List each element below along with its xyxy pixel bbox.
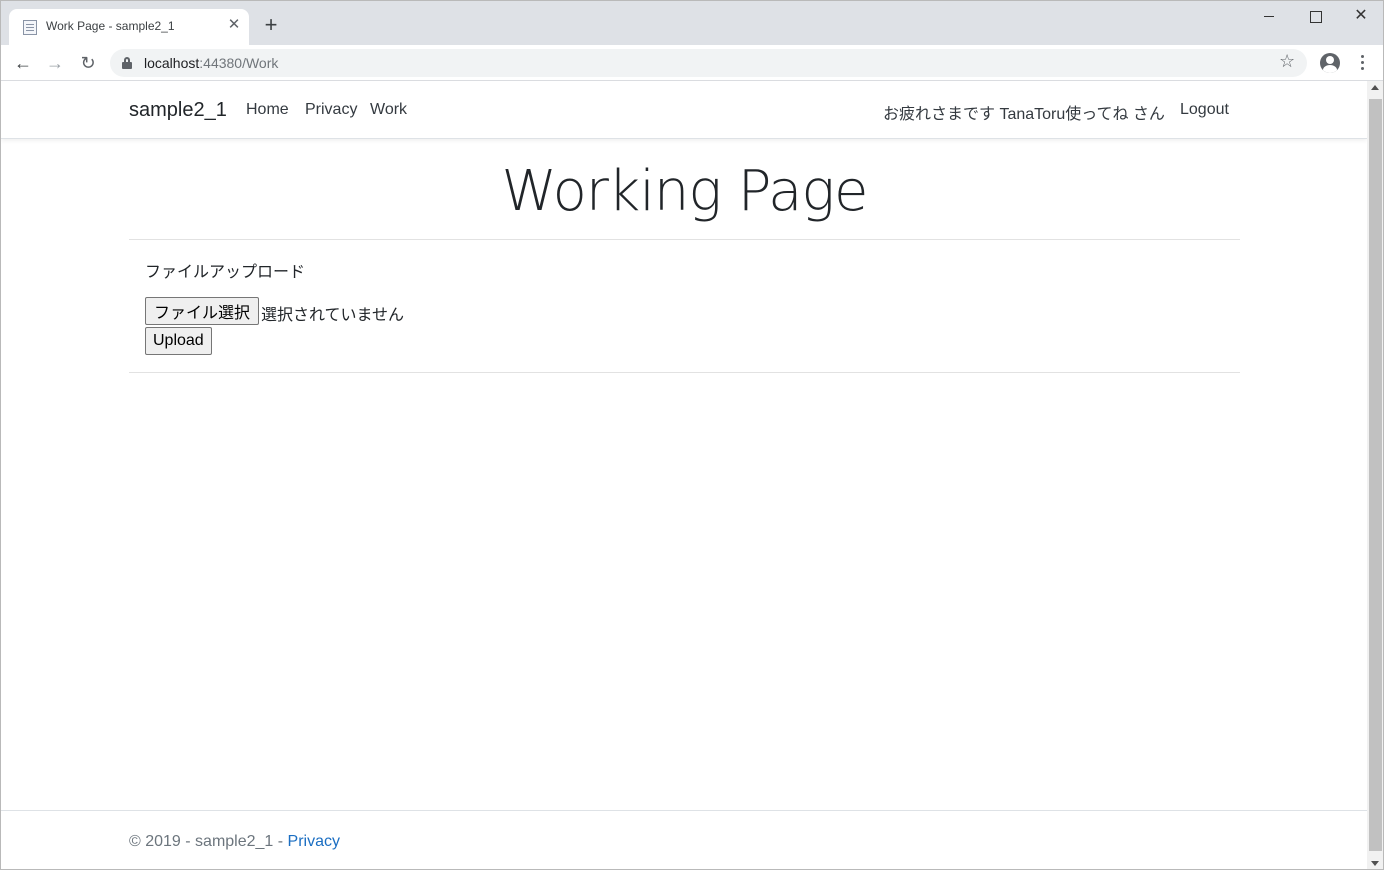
minimize-icon[interactable] bbox=[1246, 1, 1292, 31]
nav-link-home[interactable]: Home bbox=[246, 101, 289, 119]
page-footer: © 2019 - sample2_1 - Privacy bbox=[1, 810, 1367, 869]
scroll-up-arrow-icon[interactable] bbox=[1371, 85, 1379, 90]
user-greeting[interactable]: お疲れさまです TanaToru使ってね さん bbox=[883, 100, 1165, 124]
url-host: localhost bbox=[144, 55, 200, 71]
nav-link-privacy[interactable]: Privacy bbox=[305, 101, 357, 119]
footer-copyright: © 2019 - sample2_1 - bbox=[129, 833, 288, 850]
nav-link-work[interactable]: Work bbox=[370, 101, 407, 119]
close-icon[interactable]: ✕ bbox=[225, 16, 243, 34]
tab-strip: Work Page - sample2_1 ✕ + ✕ bbox=[1, 1, 1383, 45]
page-icon bbox=[23, 20, 37, 35]
browser-toolbar: ← → ↻ localhost:44380/Work ☆ bbox=[1, 45, 1383, 81]
upload-section-label: ファイルアップロード bbox=[145, 264, 306, 281]
site-navbar: sample2_1 Home Privacy Work お疲れさまです Tana… bbox=[1, 81, 1367, 139]
url-path: :44380/Work bbox=[199, 55, 279, 71]
footer-text: © 2019 - sample2_1 - Privacy bbox=[129, 833, 340, 851]
forward-arrow-icon[interactable]: → bbox=[43, 51, 67, 75]
divider-bottom bbox=[129, 372, 1240, 373]
address-bar[interactable]: localhost:44380/Work ☆ bbox=[110, 49, 1307, 77]
navbar-brand[interactable]: sample2_1 bbox=[129, 99, 227, 122]
scrollbar-thumb[interactable] bbox=[1369, 99, 1382, 851]
maximize-icon[interactable] bbox=[1292, 1, 1338, 31]
tab-title: Work Page - sample2_1 bbox=[46, 19, 175, 33]
scroll-down-arrow-icon[interactable] bbox=[1371, 861, 1379, 866]
url-text[interactable]: localhost:44380/Work bbox=[144, 55, 278, 71]
footer-privacy-link[interactable]: Privacy bbox=[288, 833, 340, 850]
vertical-scrollbar[interactable] bbox=[1367, 81, 1383, 869]
upload-button[interactable]: Upload bbox=[145, 327, 212, 355]
more-menu-icon[interactable] bbox=[1354, 53, 1370, 73]
file-status-text: 選択されていません bbox=[261, 307, 405, 324]
page-title: Working Page bbox=[501, 159, 869, 224]
page-viewport: sample2_1 Home Privacy Work お疲れさまです Tana… bbox=[1, 81, 1367, 869]
window-close-icon[interactable]: ✕ bbox=[1338, 1, 1383, 31]
divider-top bbox=[129, 239, 1240, 240]
logout-button[interactable]: Logout bbox=[1180, 101, 1229, 119]
back-arrow-icon[interactable]: ← bbox=[11, 51, 35, 75]
profile-icon[interactable] bbox=[1320, 53, 1340, 73]
reload-icon[interactable]: ↻ bbox=[76, 51, 100, 75]
new-tab-icon[interactable]: + bbox=[260, 14, 282, 36]
browser-window: Work Page - sample2_1 ✕ + ✕ ← → ↻ localh… bbox=[0, 0, 1384, 870]
bookmark-star-icon[interactable]: ☆ bbox=[1279, 51, 1295, 72]
lock-icon bbox=[122, 57, 132, 69]
browser-tab[interactable]: Work Page - sample2_1 ✕ bbox=[9, 9, 249, 45]
choose-file-button[interactable]: ファイル選択 bbox=[145, 297, 260, 325]
